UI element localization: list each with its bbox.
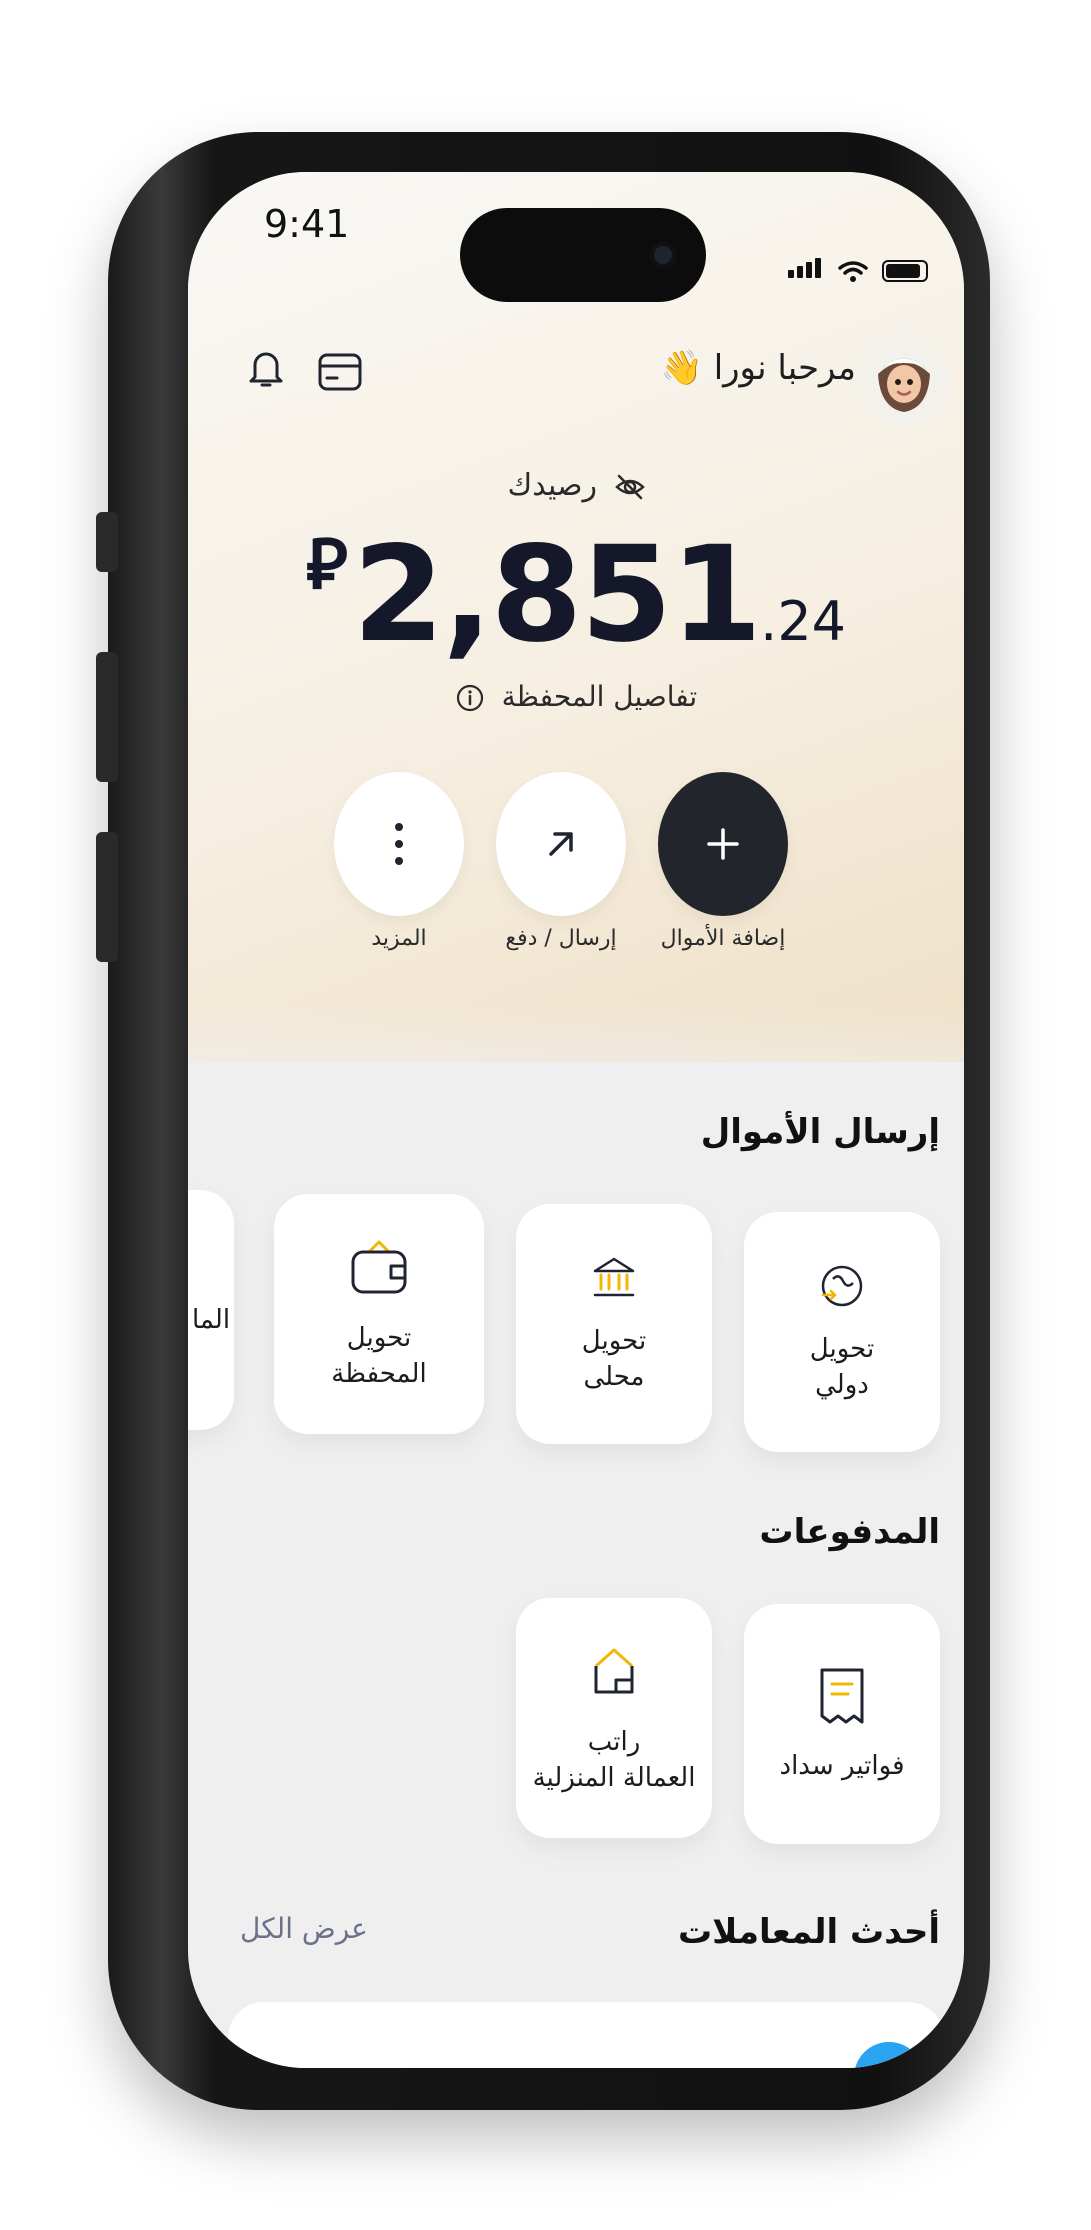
- more-label: المزيد: [371, 926, 427, 951]
- card-local-label: تحويل محلى: [581, 1325, 647, 1392]
- side-button-silent: [96, 512, 118, 572]
- more-circle: [334, 772, 464, 916]
- send-pay-label: إرسال / دفع: [505, 926, 617, 951]
- cards-button[interactable]: [316, 348, 364, 396]
- avatar[interactable]: [858, 332, 950, 424]
- notifications-button[interactable]: [242, 344, 290, 392]
- home-icon: [594, 1648, 634, 1694]
- side-button-volume-down: [96, 832, 118, 962]
- card-local-transfer[interactable]: تحويل محلى: [516, 1204, 712, 1444]
- balance-label-text: رصيدك: [507, 468, 597, 503]
- wallet-icon: [351, 1240, 407, 1294]
- bell-icon: [249, 352, 283, 387]
- card-domestic-salary[interactable]: راتب العمالة المنزلية: [516, 1598, 712, 1838]
- arrow-up-right-icon: [549, 832, 573, 856]
- card-salary-label: راتب العمالة المنزلية: [532, 1726, 696, 1793]
- globe-transfer-icon: [821, 1265, 863, 1306]
- card-more-partial[interactable]: الما: [188, 1190, 234, 1430]
- card-bill-label: فواتير سداد: [779, 1750, 905, 1781]
- send-pay-circle: [496, 772, 626, 916]
- receipt-icon: [820, 1668, 864, 1724]
- card-international-transfer[interactable]: تحويل دولي: [744, 1212, 940, 1452]
- status-icons: [788, 258, 928, 282]
- transaction-avatar: [854, 2042, 924, 2068]
- card-wallet-transfer[interactable]: تحويل المحفظة: [274, 1194, 484, 1434]
- more-vertical-icon: [395, 823, 403, 865]
- dynamic-island: [460, 208, 706, 302]
- more-button[interactable]: المزيد: [334, 772, 464, 951]
- balance-decimal: .24: [760, 590, 847, 653]
- wallet-details-link[interactable]: تفاصيل المحفظة: [188, 680, 964, 713]
- payments-title: المدفوعات: [759, 1512, 940, 1552]
- recent-transactions-title: أحدث المعاملات: [677, 1912, 940, 1952]
- greeting-text: مرحبا نورا 👋: [660, 348, 856, 388]
- balance-main: 2,851: [352, 518, 763, 672]
- card-icon: [318, 353, 362, 391]
- balance-label: رصيدك: [188, 468, 964, 503]
- hero-fade: [188, 1002, 964, 1122]
- avatar-illustration: [858, 332, 950, 424]
- signal-icon: [788, 258, 824, 282]
- wifi-icon: [838, 261, 868, 282]
- view-all-link[interactable]: عرض الكل: [240, 1912, 368, 1945]
- currency-symbol: ⃁: [305, 523, 348, 605]
- phone-frame: 9:41 مرحبا نورا 👋: [96, 132, 990, 2110]
- eye-off-icon[interactable]: [614, 474, 645, 500]
- add-money-button[interactable]: إضافة الأموال: [658, 772, 788, 951]
- wallet-details-text: تفاصيل المحفظة: [501, 680, 698, 713]
- info-icon: [456, 684, 483, 712]
- battery-icon: [882, 260, 928, 282]
- status-time: 9:41: [264, 202, 350, 246]
- side-button-volume-up: [96, 652, 118, 782]
- add-money-label: إضافة الأموال: [660, 926, 786, 951]
- camera-icon: [650, 242, 676, 268]
- transaction-row[interactable]: [228, 2002, 944, 2068]
- add-money-circle: [658, 772, 788, 916]
- card-bill-payments[interactable]: فواتير سداد: [744, 1604, 940, 1844]
- balance-amount: ⃁ 2,851.24: [188, 518, 964, 672]
- send-pay-button[interactable]: إرسال / دفع: [496, 772, 626, 951]
- plus-icon: [707, 828, 739, 860]
- card-international-label: تحويل دولي: [809, 1333, 875, 1400]
- send-money-title: إرسال الأموال: [700, 1112, 940, 1152]
- card-more-partial-label: الما: [191, 1304, 231, 1335]
- bank-icon: [593, 1257, 635, 1296]
- app-screen: 9:41 مرحبا نورا 👋: [188, 172, 964, 2068]
- card-wallet-label: تحويل المحفظة: [331, 1322, 427, 1389]
